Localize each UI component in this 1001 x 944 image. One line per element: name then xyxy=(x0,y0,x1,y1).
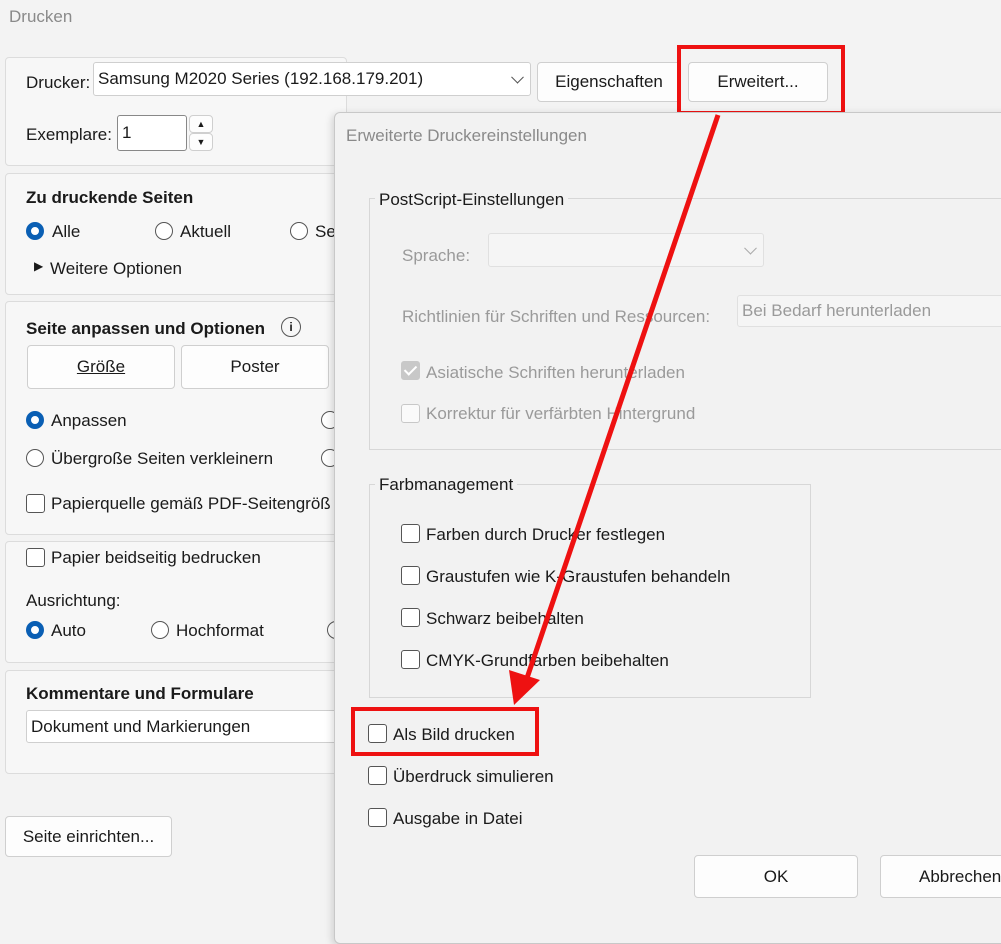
arrow-shaft xyxy=(524,114,721,679)
arrow-head xyxy=(509,670,540,705)
annotation-arrow xyxy=(509,114,721,705)
